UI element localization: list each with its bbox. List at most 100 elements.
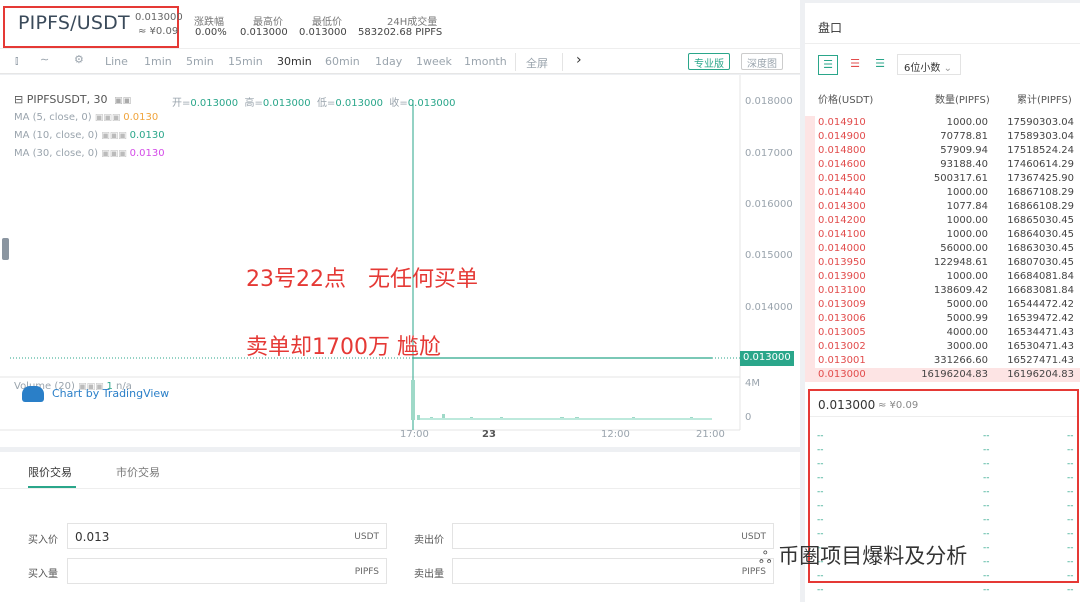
interval-1min[interactable]: 1min xyxy=(144,55,172,68)
orderbook-divider xyxy=(810,416,1077,417)
ask-total: 16866108.29 xyxy=(1007,201,1074,212)
tab-market-order[interactable]: 市价交易 xyxy=(116,464,160,480)
price-tick: 0.016000 xyxy=(745,199,793,210)
ask-amount: 16196204.83 xyxy=(921,369,988,380)
order-book: 盘口 ☰ ☰ ☰ 6位小数 ⌄ 价格(USDT) 数量(PIPFS) 累计(PI… xyxy=(805,3,1080,602)
ask-row[interactable]: 0.013005 4000.00 16534471.43 xyxy=(805,326,1080,340)
stat-value-low: 0.013000 xyxy=(299,27,347,38)
legend-eye-icon[interactable]: ▣▣ xyxy=(114,96,131,106)
bid-total-placeholder: -- xyxy=(1067,543,1074,553)
ask-row[interactable]: 0.014800 57909.94 17518524.24 xyxy=(805,144,1080,158)
ask-depth-bar xyxy=(805,340,815,354)
settings-icon[interactable]: ⚙ xyxy=(74,53,84,66)
depth-chart-button[interactable]: 深度图 xyxy=(741,53,783,70)
ask-depth-bar xyxy=(805,326,815,340)
legend-controls-icon[interactable]: ▣▣▣ xyxy=(101,131,129,141)
ask-depth-bar xyxy=(805,158,815,172)
interval-60min[interactable]: 60min xyxy=(325,55,360,68)
interval-5min[interactable]: 5min xyxy=(186,55,214,68)
ask-depth-bar xyxy=(805,200,815,214)
interval-1month[interactable]: 1month xyxy=(464,55,507,68)
ask-row[interactable]: 0.014440 1000.00 16867108.29 xyxy=(805,186,1080,200)
interval-15min[interactable]: 15min xyxy=(228,55,263,68)
bid-amount-placeholder: -- xyxy=(983,529,990,539)
ask-amount: 93188.40 xyxy=(940,159,988,170)
ask-depth-bar xyxy=(805,130,815,144)
buy-price-input[interactable]: 0.013 USDT xyxy=(67,523,387,549)
col-price-header: 价格(USDT) xyxy=(818,95,874,106)
bid-amount-placeholder: -- xyxy=(983,557,990,567)
ask-row[interactable]: 0.013000 16196204.83 16196204.83 xyxy=(805,368,1080,382)
ask-row[interactable]: 0.013009 5000.00 16544472.42 xyxy=(805,298,1080,312)
sell-amount-input[interactable]: PIPFS xyxy=(452,558,774,584)
ma5-legend: MA (5, close, 0) ▣▣▣ 0.0130 xyxy=(14,112,158,123)
tradingview-watermark: Chart by TradingView xyxy=(22,386,169,402)
ask-row[interactable]: 0.013001 331266.60 16527471.43 xyxy=(805,354,1080,368)
ask-row[interactable]: 0.014500 500317.61 17367425.90 xyxy=(805,172,1080,186)
bid-amount-placeholder: -- xyxy=(983,571,990,581)
stat-label-volume: 24H成交量 xyxy=(387,17,438,28)
time-tick: 12:00 xyxy=(601,429,630,440)
ask-row[interactable]: 0.014200 1000.00 16865030.45 xyxy=(805,214,1080,228)
candle-style-icon[interactable]: ⫾ xyxy=(15,54,19,68)
ask-amount: 138609.42 xyxy=(933,285,988,296)
ask-row[interactable]: 0.013002 3000.00 16530471.43 xyxy=(805,340,1080,354)
ask-row[interactable]: 0.014300 1077.84 16866108.29 xyxy=(805,200,1080,214)
view-bids-icon[interactable]: ☰ xyxy=(870,55,890,75)
price-chart[interactable]: ⊟ PIPFSUSDT, 30 ▣▣ 开=0.013000 高=0.013000… xyxy=(0,75,800,447)
ask-price: 0.013000 xyxy=(818,369,866,380)
fullscreen-button[interactable]: 全屏 xyxy=(526,55,548,71)
bid-price-placeholder: -- xyxy=(817,585,824,595)
symbol-legend: ⊟ PIPFSUSDT, 30 ▣▣ xyxy=(14,93,131,106)
ask-price: 0.014200 xyxy=(818,215,866,226)
ask-amount: 3000.00 xyxy=(946,341,988,352)
ask-row[interactable]: 0.014100 1000.00 16864030.45 xyxy=(805,228,1080,242)
ask-row[interactable]: 0.014000 56000.00 16863030.45 xyxy=(805,242,1080,256)
last-price-cny: ≈ ¥0.09 xyxy=(878,400,919,411)
stat-label-high: 最高价 xyxy=(253,17,283,28)
ask-row[interactable]: 0.014900 70778.81 17589303.04 xyxy=(805,130,1080,144)
bid-price-placeholder: -- xyxy=(817,515,824,525)
interval-line[interactable]: Line xyxy=(105,55,128,68)
tab-limit-order[interactable]: 限价交易 xyxy=(28,464,72,480)
ask-total: 16544472.42 xyxy=(1007,299,1074,310)
ask-row[interactable]: 0.013006 5000.99 16539472.42 xyxy=(805,312,1080,326)
collapse-icon[interactable]: ⊟ xyxy=(14,93,23,106)
view-both-icon[interactable]: ☰ xyxy=(818,55,838,75)
wechat-watermark: ஃ 币圈项目爆料及分析 xyxy=(759,540,967,570)
ask-total: 16534471.43 xyxy=(1007,327,1074,338)
ask-depth-bar xyxy=(805,256,815,270)
ask-row[interactable]: 0.014600 93188.40 17460614.29 xyxy=(805,158,1080,172)
ask-price: 0.013950 xyxy=(818,257,866,268)
bid-price-placeholder: -- xyxy=(817,445,824,455)
buy-price-value: 0.013 xyxy=(75,530,110,544)
sell-price-input[interactable]: USDT xyxy=(452,523,774,549)
interval-30min[interactable]: 30min xyxy=(277,55,312,68)
ask-row[interactable]: 0.013900 1000.00 16684081.84 xyxy=(805,270,1080,284)
ask-row[interactable]: 0.013950 122948.61 16807030.45 xyxy=(805,256,1080,270)
collapse-handle[interactable] xyxy=(2,238,9,260)
ask-row[interactable]: 0.014910 1000.00 17590303.04 xyxy=(805,116,1080,130)
buy-amount-input[interactable]: PIPFS xyxy=(67,558,387,584)
ask-row[interactable]: 0.013100 138609.42 16683081.84 xyxy=(805,284,1080,298)
bid-total-placeholder: -- xyxy=(1067,487,1074,497)
chevron-down-icon: ⌄ xyxy=(943,63,952,74)
pair-name[interactable]: PIPFS/USDT xyxy=(18,12,130,34)
interval-1week[interactable]: 1week xyxy=(416,55,452,68)
decimals-select[interactable]: 6位小数 ⌄ xyxy=(897,54,961,75)
line-style-icon[interactable]: ∼ xyxy=(40,53,49,66)
pro-mode-button[interactable]: 专业版 xyxy=(688,53,730,70)
bid-price-placeholder: -- xyxy=(817,459,824,469)
sell-price-label: 卖出价 xyxy=(414,535,444,546)
chevron-right-icon[interactable]: › xyxy=(576,52,582,68)
stat-label-change: 涨跌幅 xyxy=(194,17,224,28)
ask-depth-bar xyxy=(805,242,815,256)
view-asks-icon[interactable]: ☰ xyxy=(845,55,865,75)
ask-amount: 500317.61 xyxy=(933,173,988,184)
interval-1day[interactable]: 1day xyxy=(375,55,402,68)
ask-price: 0.014800 xyxy=(818,145,866,156)
ohlc-high-value: 0.013000 xyxy=(262,98,311,109)
price-tick: 0.014000 xyxy=(745,302,793,313)
legend-controls-icon[interactable]: ▣▣▣ xyxy=(95,113,123,123)
legend-controls-icon[interactable]: ▣▣▣ xyxy=(101,149,129,159)
